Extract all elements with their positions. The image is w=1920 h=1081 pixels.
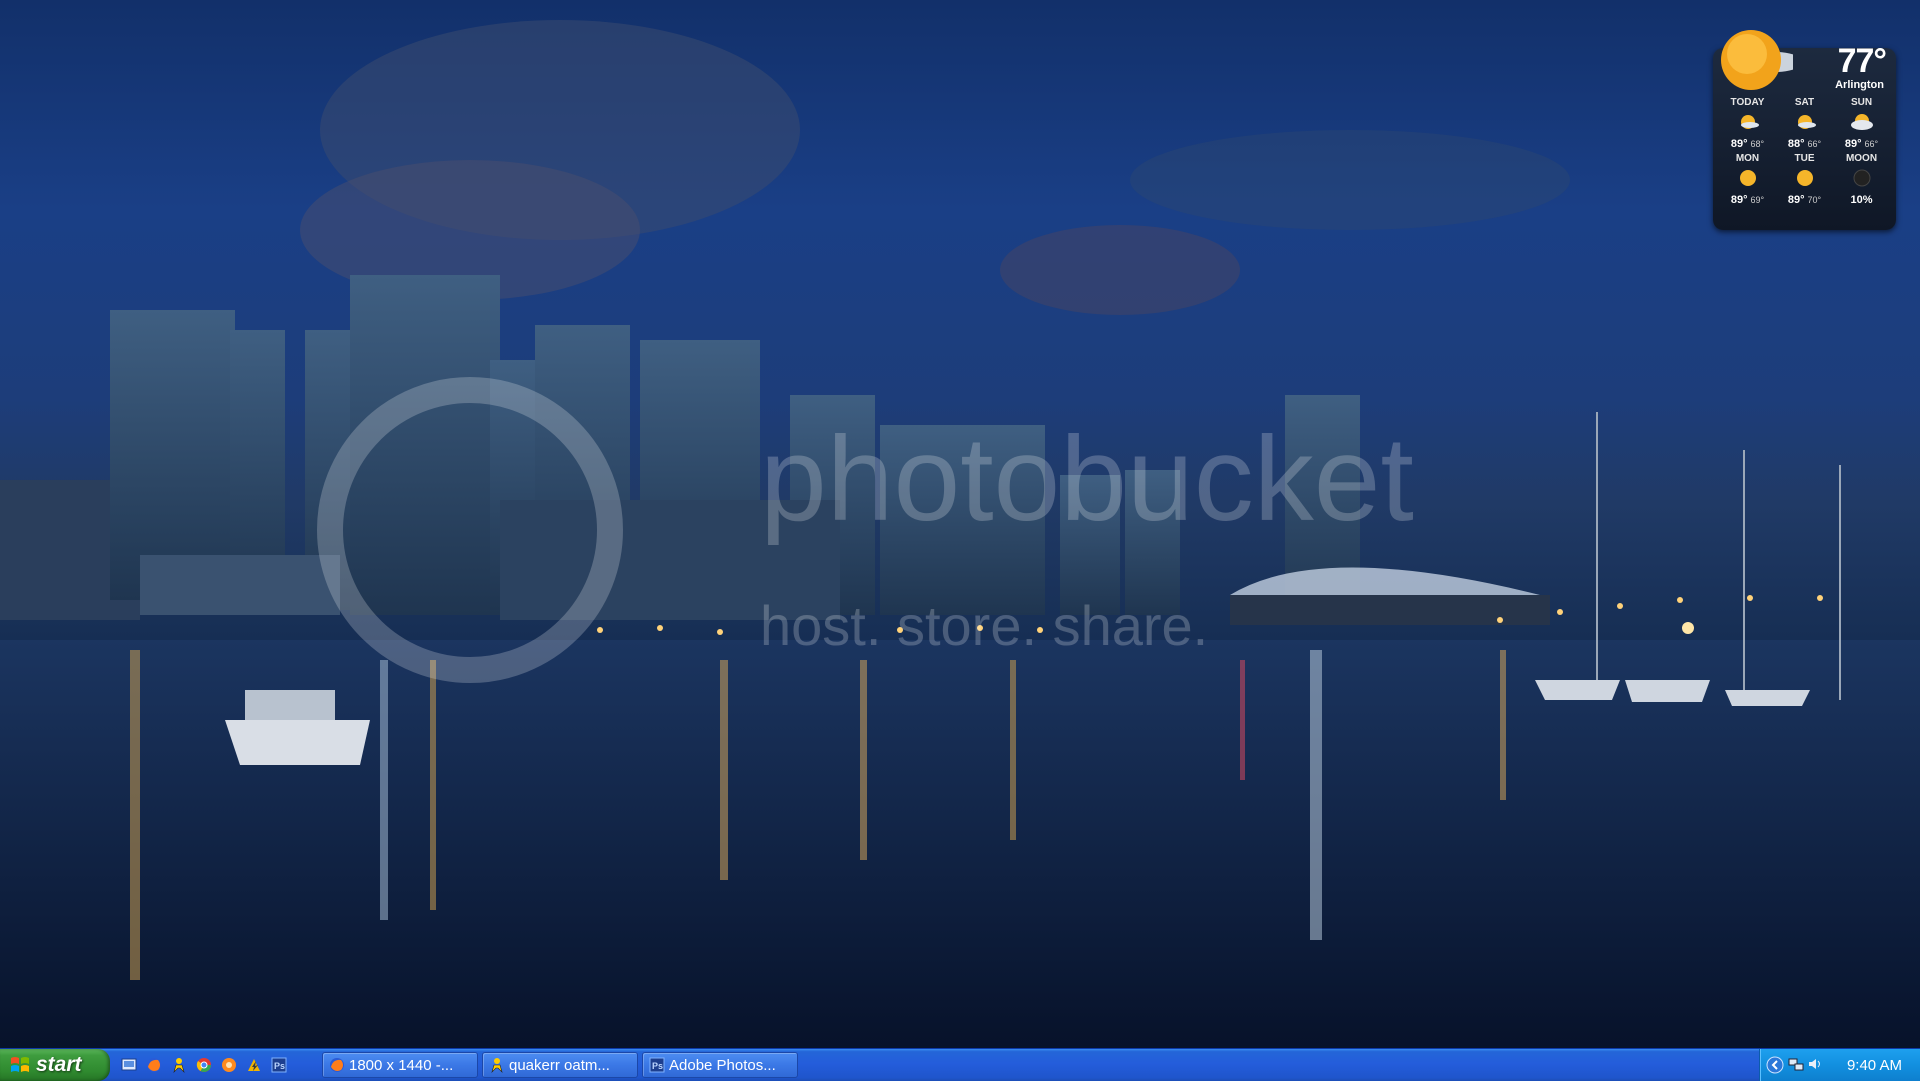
watermark-logo-text: photobucket: [760, 412, 1414, 546]
forecast-day-name: MOON: [1845, 153, 1878, 164]
weather-gadget[interactable]: 77° Arlington TODAY 89° 68° SAT 88° 66° …: [1713, 12, 1896, 230]
taskbar: start Ps 1800 x 1440 -... quakerr oatm..…: [0, 1048, 1920, 1081]
forecast-low: 69°: [1750, 195, 1765, 205]
firefox-icon: [330, 1058, 344, 1072]
show-hidden-icons-icon[interactable]: [1766, 1056, 1784, 1074]
task-buttons: 1800 x 1440 -... quakerr oatm... Ps Adob…: [322, 1052, 798, 1078]
show-desktop-icon[interactable]: [120, 1056, 138, 1074]
forecast-day-name: SAT: [1794, 97, 1815, 108]
forecast-high: 89°: [1787, 194, 1805, 206]
media-icon[interactable]: [220, 1056, 238, 1074]
svg-text:Ps: Ps: [652, 1061, 663, 1071]
start-label: start: [36, 1053, 82, 1076]
task-label: Adobe Photos...: [669, 1056, 776, 1074]
desktop[interactable]: photobucket host. store. share. 77° Arli…: [0, 0, 1920, 1048]
forecast-day: TUE 89° 70°: [1776, 152, 1833, 208]
forecast-high: 88°: [1787, 138, 1805, 150]
forecast-high: 89°: [1730, 194, 1748, 206]
watermark-tagline: host. store. share.: [760, 594, 1208, 657]
quick-launch-bar: Ps: [120, 1055, 288, 1075]
task-button-photoshop[interactable]: Ps Adobe Photos...: [642, 1052, 798, 1078]
partly-sunny-icon: [1740, 115, 1759, 129]
forecast-low: 68°: [1750, 139, 1765, 149]
clock[interactable]: 9:40 AM: [1847, 1057, 1902, 1074]
moon-illumination: 10%: [1850, 194, 1873, 206]
start-button[interactable]: start: [0, 1049, 110, 1081]
sunny-icon: [1796, 170, 1813, 186]
svg-text:Ps: Ps: [274, 1061, 285, 1071]
forecast-day-name: TUE: [1794, 153, 1815, 164]
aim-icon: [491, 1058, 503, 1073]
partly-cloudy-icon: [1850, 114, 1873, 130]
forecast-day: TODAY 89° 68°: [1719, 96, 1776, 152]
current-temperature: 77°: [1837, 42, 1887, 80]
forecast-low: 66°: [1864, 139, 1879, 149]
system-tray: 9:40 AM: [1759, 1049, 1920, 1081]
forecast-day: SUN 89° 66°: [1833, 96, 1890, 152]
forecast-low: 70°: [1807, 195, 1822, 205]
windows-logo-icon: [11, 1057, 29, 1072]
forecast-day-name: TODAY: [1730, 97, 1765, 108]
task-label: 1800 x 1440 -...: [349, 1056, 454, 1074]
forecast-day-name: MON: [1735, 153, 1760, 164]
photoshop-icon[interactable]: Ps: [270, 1056, 288, 1074]
task-button-aim[interactable]: quakerr oatm...: [482, 1052, 638, 1078]
forecast-low: 66°: [1807, 139, 1822, 149]
moon-icon: [1853, 169, 1870, 187]
forecast-high: 89°: [1844, 138, 1862, 150]
forecast-day: MOON 10%: [1833, 152, 1890, 208]
firefox-icon[interactable]: [145, 1056, 163, 1074]
city-skyline-wallpaper: photobucket host. store. share.: [0, 20, 1920, 1048]
aim-icon[interactable]: [170, 1056, 188, 1074]
forecast-high: 89°: [1730, 138, 1748, 150]
task-button-firefox[interactable]: 1800 x 1440 -...: [322, 1052, 478, 1078]
weather-city: Arlington: [1835, 79, 1884, 91]
sunny-icon: [1721, 30, 1793, 90]
forecast-grid: TODAY 89° 68° SAT 88° 66° SUN 89° 66° MO…: [1719, 96, 1890, 208]
network-icon[interactable]: [1788, 1056, 1804, 1072]
winamp-icon[interactable]: [245, 1056, 263, 1074]
task-label: quakerr oatm...: [509, 1056, 610, 1074]
forecast-day-name: SUN: [1850, 97, 1873, 108]
chrome-icon[interactable]: [195, 1056, 213, 1074]
forecast-day: SAT 88° 66°: [1776, 96, 1833, 152]
photoshop-icon: Ps: [649, 1057, 665, 1073]
volume-icon[interactable]: [1807, 1056, 1823, 1072]
sunny-icon: [1739, 170, 1756, 186]
forecast-day: MON 89° 69°: [1719, 152, 1776, 208]
partly-sunny-icon: [1797, 115, 1816, 129]
